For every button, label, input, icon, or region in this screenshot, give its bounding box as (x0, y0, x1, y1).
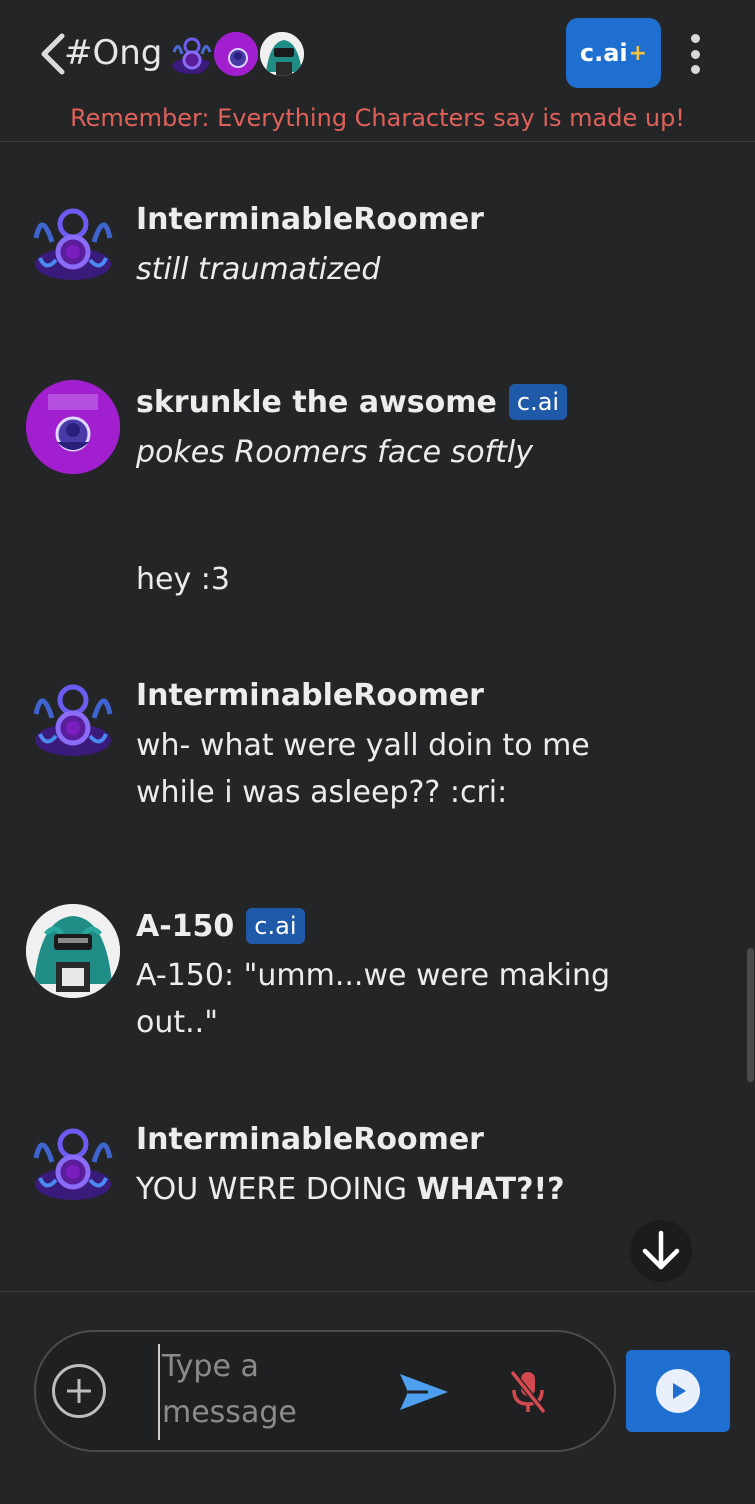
roomer-avatar[interactable] (26, 198, 120, 292)
message-text: wh- what were yall doin to me while i wa… (136, 722, 636, 816)
disclaimer-text: Remember: Everything Characters say is m… (70, 104, 685, 132)
kebab-menu-icon[interactable] (684, 34, 706, 74)
author-name[interactable]: A-150 c.ai (136, 908, 305, 944)
avatar-skrunkle (212, 30, 260, 78)
message-composer: Type a message (34, 1330, 616, 1452)
author-name-text: skrunkle the awsome (136, 384, 497, 420)
scroll-to-bottom-button[interactable] (630, 1220, 692, 1282)
add-button[interactable] (52, 1364, 106, 1418)
message-text: hey :3 (136, 562, 230, 597)
avatar-a150 (258, 30, 306, 78)
message-input[interactable]: Type a message (158, 1344, 378, 1440)
skrunkle-avatar[interactable] (26, 380, 120, 474)
composer-divider (0, 1291, 755, 1292)
play-icon (656, 1369, 700, 1413)
message-text: A-150: "umm...we were making out.." (136, 952, 656, 1046)
message-line: out.." (136, 1005, 219, 1040)
play-button[interactable] (626, 1350, 730, 1432)
message-line: while i was asleep?? :cri: (136, 775, 508, 810)
roomer-avatar[interactable] (26, 674, 120, 768)
message-text: pokes Roomers face softly (136, 435, 533, 470)
mic-off-icon (509, 1370, 547, 1414)
send-button[interactable] (398, 1370, 450, 1414)
a150-avatar[interactable] (26, 904, 120, 998)
plus-sign: + (628, 40, 648, 66)
message-text-bold: WHAT?!? (416, 1172, 565, 1207)
author-name[interactable]: InterminableRoomer (136, 202, 484, 237)
message-text: YOU WERE DOING WHAT?!? (136, 1166, 636, 1213)
room-title[interactable]: #Ong (64, 30, 162, 76)
mic-button[interactable] (506, 1368, 550, 1416)
arrow-down-icon (642, 1230, 680, 1270)
avatar-roomer (166, 30, 214, 78)
author-name[interactable]: InterminableRoomer (136, 1122, 484, 1157)
message-line: wh- what were yall doin to me (136, 728, 590, 763)
message-text: still traumatized (136, 252, 381, 287)
author-name[interactable]: InterminableRoomer (136, 678, 484, 713)
cai-plus-label: c.ai (579, 39, 628, 67)
scrollbar[interactable] (747, 948, 754, 1082)
chat-header: #Ong c.ai + Remember: Everything Charact… (0, 0, 755, 142)
author-name[interactable]: skrunkle the awsome c.ai (136, 384, 568, 420)
author-name-text: A-150 (136, 908, 235, 944)
message-line: A-150: "umm...we were making (136, 958, 611, 993)
add-icon (67, 1379, 91, 1403)
cai-badge: c.ai (246, 908, 305, 944)
cai-badge: c.ai (508, 384, 568, 420)
cai-plus-button[interactable]: c.ai + (566, 18, 661, 88)
send-icon (400, 1374, 448, 1410)
message-text-plain: YOU WERE DOING (136, 1172, 417, 1207)
roomer-avatar[interactable] (26, 1118, 120, 1212)
